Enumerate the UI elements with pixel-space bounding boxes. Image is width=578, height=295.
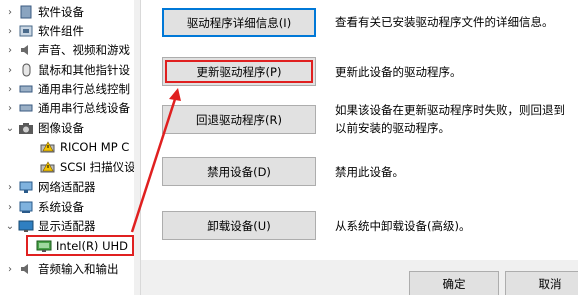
tree-item-network-adapters[interactable]: › 网络适配器	[4, 177, 96, 197]
tree-item-label: 图像设备	[38, 121, 84, 135]
tree-item-usb-controllers[interactable]: › 通用串行总线控制	[4, 79, 130, 99]
speaker-icon	[18, 262, 34, 276]
rollback-driver-description: 如果该设备在更新驱动程序时失败，则回退到以前安装的驱动程序。	[335, 103, 565, 135]
cancel-button[interactable]: 取消	[505, 271, 578, 295]
driver-details-button[interactable]: 驱动程序详细信息(I)	[162, 8, 316, 37]
update-driver-description: 更新此设备的驱动程序。	[335, 65, 462, 79]
chevron-right-icon[interactable]: ›	[4, 264, 16, 275]
chevron-right-icon[interactable]: ›	[4, 26, 16, 37]
tree-item-ricoh[interactable]: RICOH MP C	[40, 137, 129, 157]
tree-item-label: SCSI 扫描仪设	[60, 160, 134, 174]
tree-item-label: 网络适配器	[38, 180, 96, 194]
chevron-right-icon[interactable]: ›	[4, 84, 16, 95]
tree-item-label: Intel(R) UHD	[56, 239, 128, 253]
rollback-driver-button[interactable]: 回退驱动程序(R)	[162, 105, 316, 134]
dialog-footer: 确定 取消	[140, 260, 578, 295]
network-icon	[18, 180, 34, 194]
tree-item-display-adapters[interactable]: ⌄ 显示适配器	[4, 216, 96, 236]
chevron-down-icon[interactable]: ⌄	[4, 123, 16, 134]
device-icon	[18, 5, 34, 19]
usb-icon	[18, 101, 34, 115]
tree-item-audio-io[interactable]: › 音频输入和输出	[4, 259, 119, 279]
scanner-warning-icon	[40, 160, 56, 174]
tree-item-scsi-scanner[interactable]: SCSI 扫描仪设	[40, 157, 134, 177]
chevron-right-icon[interactable]: ›	[4, 103, 16, 114]
chevron-right-icon[interactable]: ›	[4, 202, 16, 213]
camera-icon	[18, 121, 34, 135]
driver-properties-panel: 驱动程序详细信息(I) 查看有关已安装驱动程序文件的详细信息。 更新驱动程序(P…	[140, 0, 578, 260]
device-manager-screen: › 软件设备 › 软件组件 › 声音、视频和游戏 › 鼠标和其他指针设 › 通用…	[0, 0, 578, 295]
update-driver-button[interactable]: 更新驱动程序(P)	[162, 57, 316, 86]
mouse-icon	[18, 63, 34, 77]
tree-item-label: RICOH MP C	[60, 140, 130, 154]
ok-button[interactable]: 确定	[409, 271, 499, 295]
tree-item-imaging-devices[interactable]: ⌄ 图像设备	[4, 118, 84, 138]
tree-item-label: 系统设备	[38, 200, 84, 214]
uninstall-device-description: 从系统中卸载设备(高级)。	[335, 219, 471, 233]
disable-device-button[interactable]: 禁用设备(D)	[162, 157, 316, 186]
tree-item-intel-uhd[interactable]: Intel(R) UHD	[36, 236, 128, 256]
tree-item-software-components[interactable]: › 软件组件	[4, 21, 84, 41]
disable-device-description: 禁用此设备。	[335, 165, 404, 179]
driver-details-description: 查看有关已安装驱动程序文件的详细信息。	[335, 15, 554, 29]
tree-item-system-devices[interactable]: › 系统设备	[4, 197, 84, 217]
uninstall-device-button[interactable]: 卸载设备(U)	[162, 211, 316, 240]
tree-item-label: 音频输入和输出	[38, 262, 119, 276]
chevron-right-icon[interactable]: ›	[4, 45, 16, 56]
tree-item-label: 声音、视频和游戏	[38, 43, 130, 57]
display-adapter-icon	[36, 239, 52, 253]
chevron-right-icon[interactable]: ›	[4, 182, 16, 193]
tree-item-label: 鼠标和其他指针设	[38, 63, 130, 77]
tree-item-mouse[interactable]: › 鼠标和其他指针设	[4, 60, 130, 80]
tree-item-label: 通用串行总线设备	[38, 101, 130, 115]
tree-item-label: 通用串行总线控制	[38, 82, 130, 96]
tree-item-usb-devices[interactable]: › 通用串行总线设备	[4, 98, 130, 118]
speaker-icon	[18, 43, 34, 57]
tree-item-sound-video[interactable]: › 声音、视频和游戏	[4, 40, 130, 60]
chevron-right-icon[interactable]: ›	[4, 65, 16, 76]
tree-item-label: 软件组件	[38, 24, 84, 38]
tree-item-label: 软件设备	[38, 5, 84, 19]
chevron-right-icon[interactable]: ›	[4, 7, 16, 18]
usb-icon	[18, 82, 34, 96]
component-icon	[18, 24, 34, 38]
device-tree: › 软件设备 › 软件组件 › 声音、视频和游戏 › 鼠标和其他指针设 › 通用…	[0, 0, 134, 295]
system-icon	[18, 200, 34, 214]
tree-item-label: 显示适配器	[38, 219, 96, 233]
chevron-down-icon[interactable]: ⌄	[4, 221, 16, 232]
scanner-warning-icon	[40, 140, 56, 154]
monitor-icon	[18, 219, 34, 233]
tree-item-software-devices[interactable]: › 软件设备	[4, 2, 84, 22]
